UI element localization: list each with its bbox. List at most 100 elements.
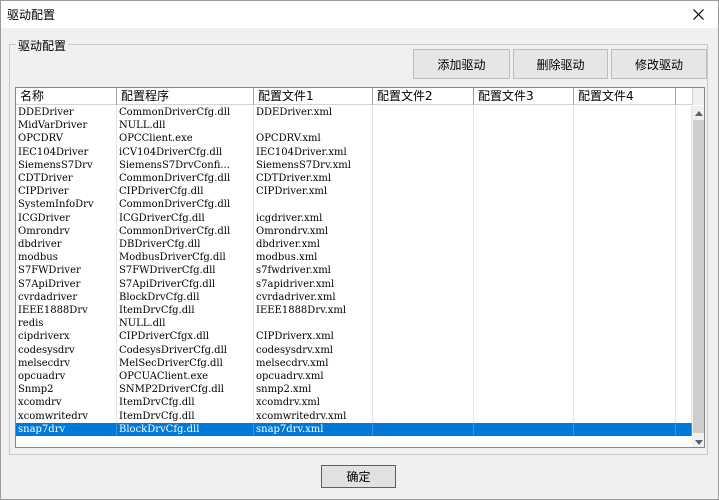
table-cell: cvrdadriver — [16, 290, 117, 304]
table-cell — [373, 172, 474, 186]
table-cell — [474, 106, 574, 120]
vertical-scrollbar[interactable] — [692, 106, 704, 447]
table-cell — [574, 343, 676, 357]
edit-driver-button[interactable]: 修改驱动 — [611, 49, 707, 79]
table-cell: MidVarDriver — [16, 119, 117, 133]
close-button[interactable] — [678, 1, 718, 28]
table-cell: BlockDrvCfg.dll — [117, 422, 254, 436]
table-row[interactable]: xcomwritedrv ItemDrvCfg.dll xcomwritedrv.x… — [16, 409, 692, 423]
table-row[interactable]: SiemensS7Drv SiemensS7DrvConfi... SiemensS… — [16, 158, 692, 172]
table-cell — [474, 277, 574, 291]
table-row[interactable]: xcomdrv ItemDrvCfg.dll xcomdrv.xml — [16, 396, 692, 410]
table-cell — [373, 224, 474, 238]
table-cell: opcuadrv — [16, 370, 117, 384]
column-header-config-file-3[interactable]: 配置文件3 — [474, 88, 574, 105]
table-row[interactable]: redis NULL.dll — [16, 317, 692, 331]
table-cell — [474, 132, 574, 146]
table-cell: CDTDriver.xml — [254, 172, 373, 186]
table-cell: OPCDRV — [16, 132, 117, 146]
table-cell: cipdriverx — [16, 330, 117, 344]
table-cell-filler — [676, 277, 692, 291]
table-cell — [474, 330, 574, 344]
table-row[interactable]: DDEDriver CommonDriverCfg.dll DDEDriver.xm… — [16, 106, 692, 120]
table-cell — [474, 198, 574, 212]
table-cell: Omrondrv.xml — [254, 224, 373, 238]
table-cell-filler — [676, 238, 692, 252]
table-cell — [474, 238, 574, 252]
table-cell — [574, 106, 676, 120]
table-cell — [574, 370, 676, 384]
header-corner — [692, 88, 704, 105]
table-row[interactable]: cvrdadriver BlockDrvCfg.dll cvrdadriver.xm… — [16, 290, 692, 304]
table-cell — [474, 172, 574, 186]
column-header-config-file-1[interactable]: 配置文件1 — [254, 88, 373, 105]
table-cell-filler — [676, 185, 692, 199]
table-cell: CIPDriver.xml — [254, 185, 373, 199]
table-cell: xcomwritedrv.xml — [254, 409, 373, 423]
table-cell: melsecdrv.xml — [254, 356, 373, 370]
table-row[interactable]: ICGDriver ICGDriverCfg.dll icgdriver.xml — [16, 211, 692, 225]
column-header-name[interactable]: 名称 — [16, 88, 117, 105]
table-cell: xcomdrv.xml — [254, 396, 373, 410]
table-row[interactable]: cipdriverx CIPDriverCfgx.dll CIPDriverx.xm… — [16, 330, 692, 344]
table-cell: BlockDrvCfg.dll — [117, 290, 254, 304]
table-row[interactable]: CIPDriver CIPDriverCfg.dll CIPDriver.xml — [16, 185, 692, 199]
table-cell: ICGDriver — [16, 211, 117, 225]
table-cell — [373, 132, 474, 146]
table-row[interactable]: Omrondrv CommonDriverCfg.dll Omrondrv.xml — [16, 224, 692, 238]
table-cell — [574, 383, 676, 397]
table-cell: SiemensS7DrvConfi... — [117, 158, 254, 172]
table-cell: melsecdrv — [16, 356, 117, 370]
table-cell — [574, 211, 676, 225]
table-row[interactable]: SystemInfoDrv CommonDriverCfg.dll — [16, 198, 692, 212]
table-cell: opcuadrv.xml — [254, 370, 373, 384]
table-row[interactable]: dbdriver DBDriverCfg.dll dbdriver.xml — [16, 238, 692, 252]
table-cell: IEEE1888Drv.xml — [254, 304, 373, 318]
table-cell — [373, 370, 474, 384]
table-cell-filler — [676, 251, 692, 265]
table-cell — [373, 185, 474, 199]
table-cell — [254, 317, 373, 331]
table-row[interactable]: S7ApiDriver S7ApiDriverCfg.dll s7apidriver… — [16, 277, 692, 291]
table-cell-filler — [676, 264, 692, 278]
add-driver-button[interactable]: 添加驱动 — [413, 49, 510, 79]
column-header-config-program[interactable]: 配置程序 — [117, 88, 254, 105]
delete-driver-button[interactable]: 删除驱动 — [513, 49, 608, 79]
table-row[interactable]: MidVarDriver NULL.dll — [16, 119, 692, 133]
table-cell — [574, 290, 676, 304]
table-cell — [474, 343, 574, 357]
table-row[interactable]: CDTDriver CommonDriverCfg.dll CDTDriver.xm… — [16, 172, 692, 186]
close-icon — [692, 9, 704, 20]
table-cell-filler — [676, 119, 692, 133]
table-row[interactable]: IEC104Driver iCV104DriverCfg.dll IEC104Dri… — [16, 145, 692, 159]
table-cell — [474, 304, 574, 318]
table-row[interactable]: snap7drv BlockDrvCfg.dll snap7drv.xml — [16, 422, 692, 436]
table-cell — [574, 132, 676, 146]
window-title: 驱动配置 — [7, 8, 56, 22]
scroll-down-button[interactable] — [692, 435, 704, 447]
table-row[interactable]: Snmp2 SNMP2DriverCfg.dll snmp2.xml — [16, 383, 692, 397]
table-row[interactable]: modbus ModbusDriverCfg.dll modbus.xml — [16, 251, 692, 265]
table-cell — [474, 145, 574, 159]
scroll-up-button[interactable] — [692, 106, 704, 120]
table-cell — [574, 277, 676, 291]
table-cell: ItemDrvCfg.dll — [117, 396, 254, 410]
table-cell — [574, 185, 676, 199]
column-header-config-file-4[interactable]: 配置文件4 — [574, 88, 676, 105]
groupbox-legend: 驱动配置 — [16, 37, 69, 54]
ok-button[interactable]: 确定 — [321, 465, 396, 488]
table-row[interactable]: IEEE1888Drv ItemDrvCfg.dll IEEE1888Drv.xml — [16, 304, 692, 318]
table-row[interactable]: melsecdrv MelSecDriverCfg.dll melsecdrv.xm… — [16, 356, 692, 370]
scrollbar-thumb[interactable] — [693, 120, 704, 433]
table-cell-filler — [676, 198, 692, 212]
driver-list[interactable]: 名称 配置程序 配置文件1 配置文件2 配置文件3 配置文件4 DDEDrive… — [15, 87, 705, 448]
table-cell-filler — [676, 211, 692, 225]
table-cell: SiemensS7Drv.xml — [254, 158, 373, 172]
table-row[interactable]: S7FWDriver S7FWDriverCfg.dll s7fwdriver.xm… — [16, 264, 692, 278]
table-row[interactable]: opcuadrv OPCUAClient.exe opcuadrv.xml — [16, 370, 692, 384]
table-row[interactable]: OPCDRV OPCClient.exe OPCDRV.xml — [16, 132, 692, 146]
table-cell — [474, 396, 574, 410]
column-header-config-file-2[interactable]: 配置文件2 — [373, 88, 474, 105]
table-cell: CommonDriverCfg.dll — [117, 172, 254, 186]
table-row[interactable]: codesysdrv CodesysDriverCfg.dll codesysdrv… — [16, 343, 692, 357]
